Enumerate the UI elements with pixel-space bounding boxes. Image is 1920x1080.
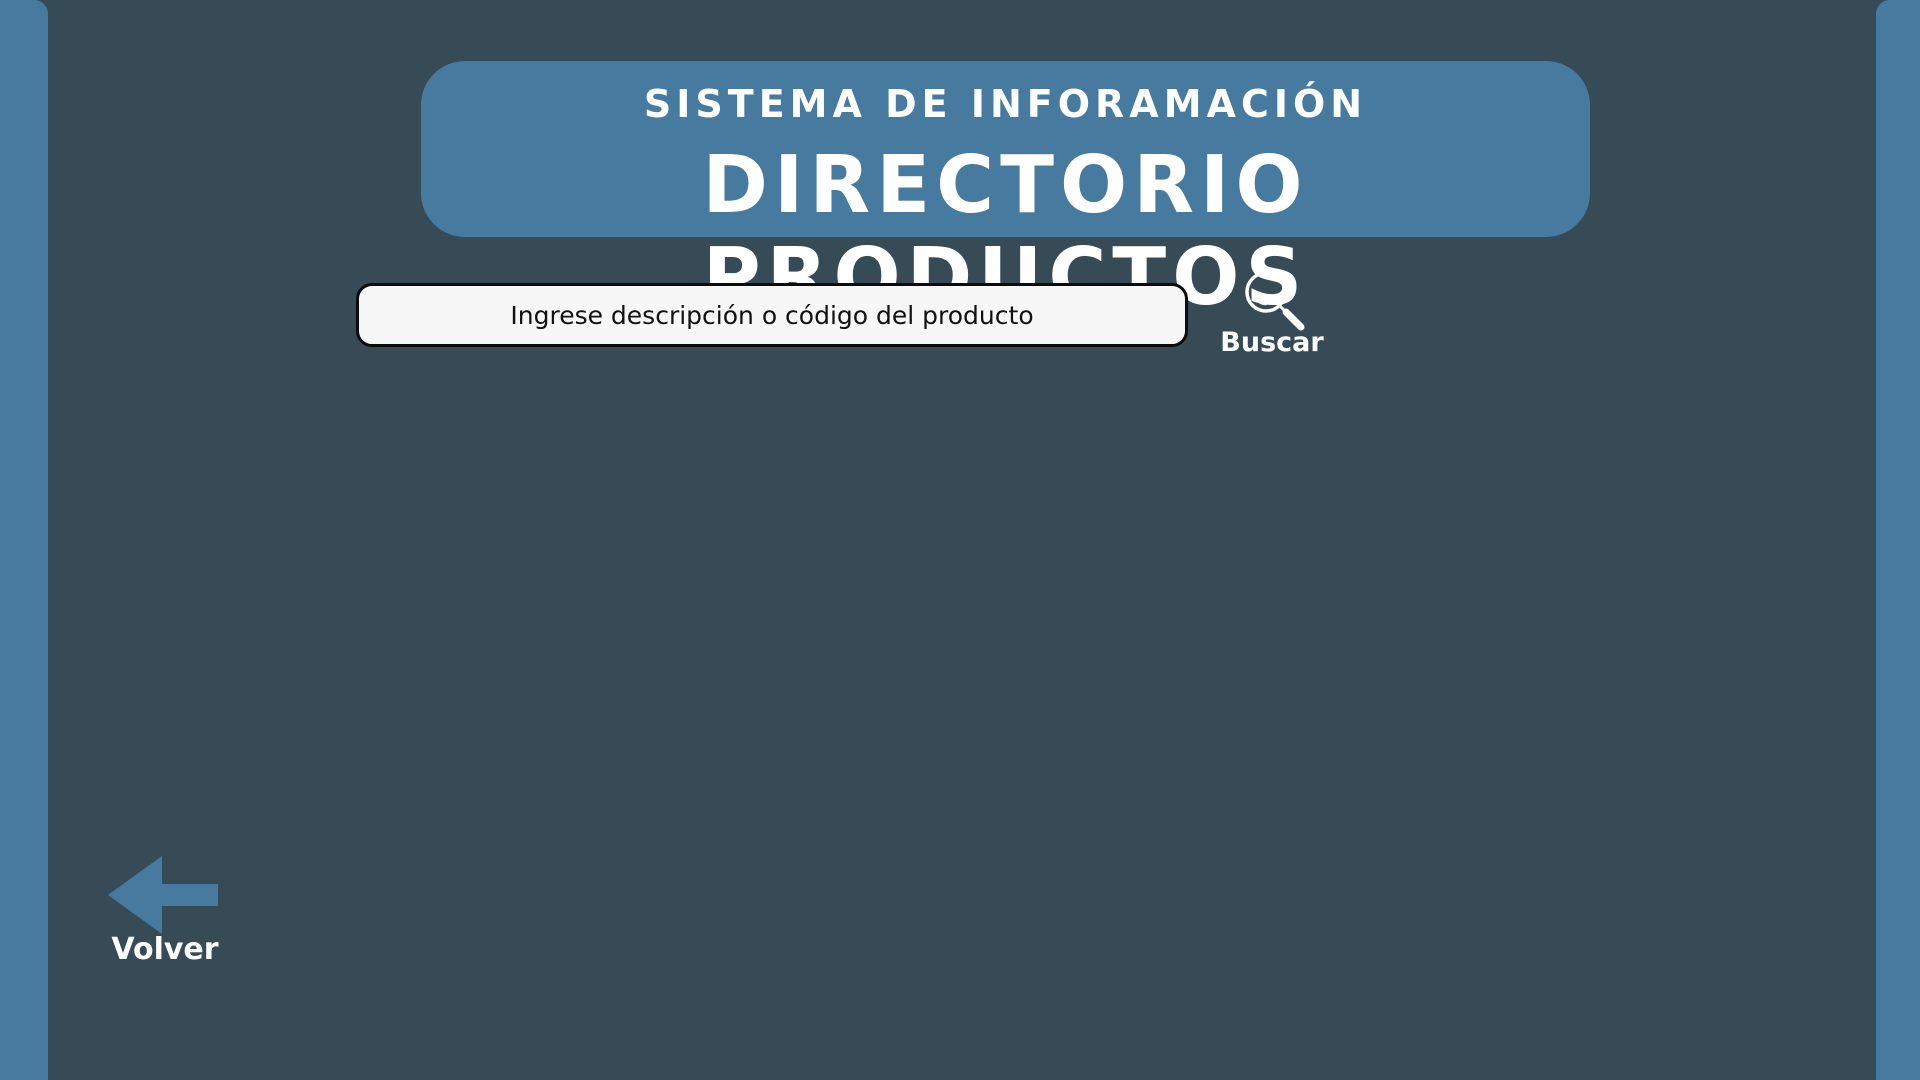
right-side-bar	[1876, 0, 1920, 1080]
arrow-left-icon	[108, 856, 218, 934]
search-button-label: Buscar	[1220, 327, 1324, 358]
back-button[interactable]: Volver	[100, 852, 230, 972]
magnifier-icon	[1245, 271, 1305, 331]
back-button-label: Volver	[111, 932, 219, 967]
header-banner: SISTEMA DE INFORAMACIÓN DIRECTORIO PRODU…	[421, 61, 1590, 323]
header-subtitle: SISTEMA DE INFORAMACIÓN	[643, 82, 1368, 126]
search-input[interactable]	[356, 283, 1188, 347]
left-side-bar	[0, 0, 48, 1080]
search-button[interactable]: Buscar	[1212, 264, 1332, 364]
